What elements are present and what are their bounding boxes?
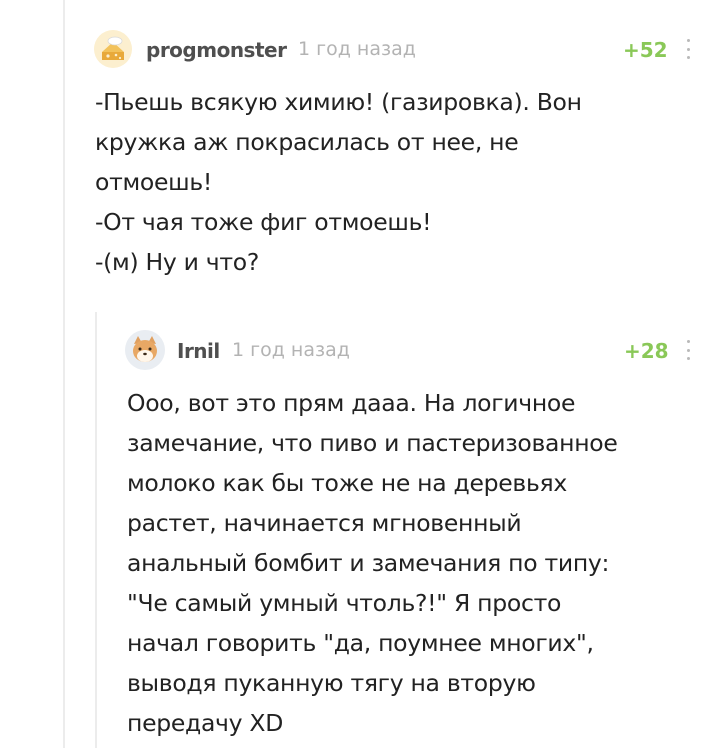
comment-line: кружка аж покрасилась от нее, не [95,128,519,156]
bread-cheese-avatar-icon[interactable] [94,30,132,68]
comment-time[interactable]: 1 год назад [232,339,350,361]
comment-rating: +52 [623,38,668,62]
comment-line: анальный бомбит и замечания по типу: [127,549,610,577]
more-options-icon[interactable] [686,340,690,360]
comment-line: молоко как бы тоже не на деревьях [127,469,567,497]
shiba-dog-avatar-icon[interactable] [125,330,165,370]
thread-line-outer[interactable] [63,0,65,748]
comment-body: -Пьешь всякую химию! (газировка). Вон кр… [95,82,582,282]
more-options-icon[interactable] [686,39,690,59]
comment-rating: +28 [624,339,669,363]
comment-author[interactable]: Irnil [177,339,220,363]
comment-line: выводя пуканную тягу на вторую [127,669,536,697]
thread-line-inner[interactable] [95,312,97,748]
comment-line: -Пьешь всякую химию! (газировка). Вон [95,88,582,116]
comment-line: "Че самый умный чтоль?!" Я просто [127,589,562,617]
comment-time[interactable]: 1 год назад [298,38,416,60]
comment-line: -(м) Ну и что? [95,248,260,276]
comment-line: Ооо, вот это прям дааа. На логичное [127,389,576,417]
comment-body: Ооо, вот это прям дааа. На логичное заме… [127,383,618,743]
comment-line: замечание, что пиво и пастеризованное [127,429,618,457]
comment-line: отмоешь! [95,168,213,196]
comment-line: начал говорить "да, поумнее многих", [127,629,594,657]
comment-author[interactable]: progmonster [146,38,287,62]
comment-line: -От чая тоже фиг отмоешь! [95,208,432,236]
comment-line: передачу XD [127,709,284,737]
comment-line: растет, начинается мгновенный [127,509,522,537]
